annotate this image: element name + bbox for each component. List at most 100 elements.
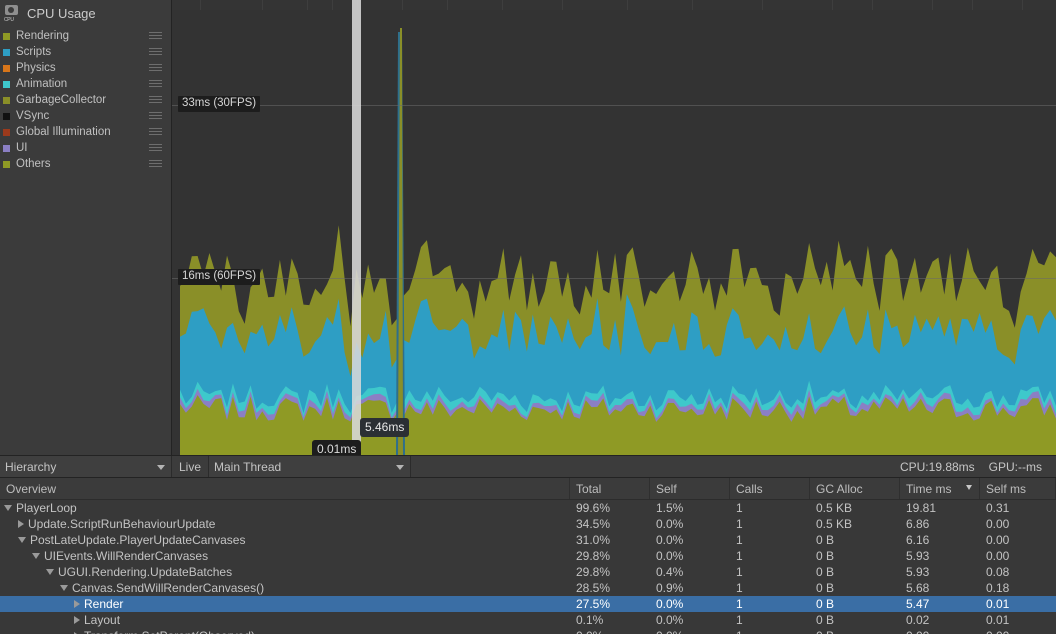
expander-closed-icon[interactable] [74,616,80,624]
expander-open-icon[interactable] [60,585,68,591]
row-name-label: Render [84,597,124,611]
table-row[interactable]: UIEvents.WillRenderCanvases 29.8% 0.0% 1 0 B… [0,548,1056,564]
legend-color-swatch[interactable] [3,128,10,136]
legend-color-swatch[interactable] [3,64,10,72]
expander-open-icon[interactable] [4,505,12,511]
table-row[interactable]: Layout 0.1% 0.0% 1 0 B 0.02 0.01 [0,612,1056,628]
expander-open-icon[interactable] [46,569,54,575]
expander-open-icon[interactable] [32,553,40,559]
graph-value-tooltip: 5.46ms [360,418,410,437]
row-calls-cell: 1 [736,549,743,563]
cpu-usage-graph[interactable]: 33ms (30FPS) 16ms (60FPS) 5.46ms 0.01ms [172,0,1056,455]
legend-color-swatch[interactable] [3,112,10,120]
frame-tick [972,0,973,10]
row-calls-cell: 1 [736,501,743,515]
legend-color-swatch[interactable] [3,80,10,88]
legend-item-vsync[interactable]: VSync [0,108,171,124]
column-header-self[interactable]: Self [650,478,730,499]
frame-tick [402,0,403,10]
drag-handle-icon[interactable] [149,128,162,136]
hierarchy-table[interactable]: Overview Total Self Calls GC Alloc Time ms Sel… [0,478,1056,634]
table-row[interactable]: Canvas.SendWillRenderCanvases() 28.5% 0.9%… [0,580,1056,596]
drag-handle-icon[interactable] [149,64,162,72]
legend-item-garbagecollector[interactable]: GarbageCollector [0,92,171,108]
column-header-self-ms[interactable]: Self ms [980,478,1056,499]
legend-item-animation[interactable]: Animation [0,76,171,92]
chevron-down-icon [396,464,405,470]
legend-item-others[interactable]: Others [0,156,171,172]
column-header-time-ms[interactable]: Time ms [900,478,980,499]
drag-handle-icon[interactable] [149,80,162,88]
expander-closed-icon[interactable] [74,600,80,608]
row-gc-cell: 0.5 KB [816,517,853,531]
frame-tick [932,0,933,10]
legend-color-swatch[interactable] [3,96,10,104]
drag-handle-icon[interactable] [149,160,162,168]
column-header-overview[interactable]: Overview [0,478,570,499]
table-row[interactable]: PostLateUpdate.PlayerUpdateCanvases 31.0%… [0,532,1056,548]
row-self-cell: 0.0% [650,629,730,634]
legend-item-label: VSync [16,110,50,122]
drag-handle-icon[interactable] [149,48,162,56]
row-total-cell: 99.6% [576,501,611,515]
cpu-icon: CPU [4,5,21,23]
legend-item-ui[interactable]: UI [0,140,171,156]
sort-descending-icon[interactable] [966,485,972,490]
module-title-row[interactable]: CPU CPU Usage [0,0,171,27]
drag-handle-icon[interactable] [149,112,162,120]
legend-item-scripts[interactable]: Scripts [0,44,171,60]
row-time-cell: 0.02 [906,613,930,627]
row-time-cell: 5.93 [906,549,930,563]
frame-tick [562,0,563,10]
column-header-calls[interactable]: Calls [730,478,810,499]
row-name-label: Layout [84,613,121,627]
table-row[interactable]: UGUI.Rendering.UpdateBatches 29.8% 0.4% 1 0 … [0,564,1056,580]
graph-plot-area[interactable]: 33ms (30FPS) 16ms (60FPS) [172,10,1056,455]
column-header-total[interactable]: Total [570,478,650,499]
drag-handle-icon[interactable] [149,144,162,152]
row-name-label: Canvas.SendWillRenderCanvases() [72,581,265,595]
row-self-cell: 0.0% [656,597,684,611]
legend-item-global-illumination[interactable]: Global Illumination [0,124,171,140]
row-calls-cell: 1 [736,565,743,579]
drag-handle-icon[interactable] [149,96,162,104]
live-toggle[interactable]: Live [172,456,210,477]
table-row[interactable]: Render 27.5% 0.0% 1 0 B 5.47 0.01 [0,596,1056,612]
drag-handle-icon[interactable] [149,32,162,40]
legend-color-swatch[interactable] [3,160,10,168]
column-header-gc-alloc[interactable]: GC Alloc [810,478,900,499]
legend-item-label: Animation [16,78,68,90]
row-selfms-cell: 0.01 [986,597,1010,611]
table-row[interactable]: PlayerLoop 99.6% 1.5% 1 0.5 KB 19.81 0.31 [0,500,1056,516]
legend-item-rendering[interactable]: Rendering [0,28,171,44]
row-selfms-cell: 0.31 [986,501,1010,515]
selected-frame-marker[interactable] [352,0,361,455]
frame-tick [307,0,308,10]
thread-dropdown[interactable]: Main Thread [209,456,412,477]
row-name-label: UIEvents.WillRenderCanvases [44,549,209,563]
row-name-label: UGUI.Rendering.UpdateBatches [58,565,233,579]
stacked-area-chart [180,28,1056,455]
legend-color-swatch[interactable] [3,144,10,152]
legend-color-swatch[interactable] [3,48,10,56]
legend-list: Rendering Scripts Physics Animation GarbageC… [0,28,171,172]
legend-color-swatch[interactable] [3,32,10,40]
row-calls-cell: 1 [736,517,743,531]
frame-tick [262,0,263,10]
row-name-label: Update.ScriptRunBehaviourUpdate [28,517,216,531]
legend-item-physics[interactable]: Physics [0,60,171,76]
row-gc-cell: 0 B [816,533,835,547]
row-time-cell: 5.68 [906,581,930,595]
row-self-cell: 0.4% [656,565,684,579]
expander-open-icon[interactable] [18,537,26,543]
column-header-label: Total [576,481,602,496]
table-row[interactable]: Update.ScriptRunBehaviourUpdate 34.5% 0.0%… [0,516,1056,532]
row-time-cell: 5.93 [906,565,930,579]
expander-closed-icon[interactable] [18,520,24,528]
row-gc-cell: 0 B [810,629,900,634]
row-time-cell: 0.00 [900,629,980,634]
row-calls-cell: 1 [730,629,810,634]
table-row[interactable]: Transform.SetParent(Observed)0.0%0.0%10 … [0,628,1056,634]
row-total-cell: 31.0% [576,533,611,547]
view-mode-dropdown[interactable]: Hierarchy [0,456,172,477]
